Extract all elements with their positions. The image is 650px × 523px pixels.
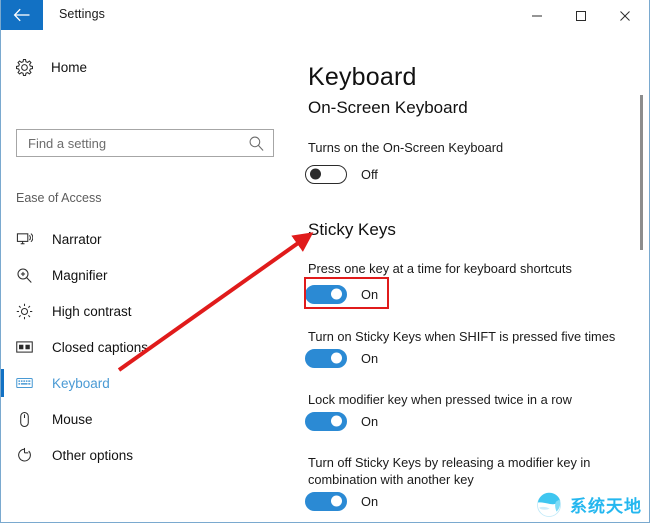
toggle-knob — [331, 495, 342, 507]
keyboard-icon — [16, 373, 38, 393]
mouse-icon — [16, 409, 38, 429]
sidebar-item-label: Mouse — [52, 411, 93, 427]
setting-description: Turn on Sticky Keys when SHIFT is presse… — [308, 329, 616, 344]
selection-accent-bar — [1, 261, 4, 289]
other-options-icon — [16, 445, 38, 465]
close-icon — [620, 11, 630, 21]
sidebar-item-home[interactable]: Home — [15, 54, 165, 80]
sidebar-item-home-label: Home — [51, 59, 88, 75]
high-contrast-icon — [16, 301, 38, 321]
group-title-sticky-keys: Sticky Keys — [308, 220, 396, 239]
search-icon[interactable] — [248, 135, 265, 152]
selection-accent-bar — [1, 405, 4, 433]
turn-off-sticky-keys-toggle-row[interactable]: On — [305, 490, 378, 512]
minimize-icon — [532, 15, 542, 17]
minimize-button[interactable] — [515, 1, 559, 31]
setting-description: Turns on the On-Screen Keyboard — [308, 140, 504, 155]
toggle-state-label: On — [361, 493, 379, 509]
sidebar-section-header: Ease of Access — [16, 191, 102, 205]
back-button[interactable] — [1, 0, 43, 30]
toggle-state-label: Off — [361, 166, 378, 182]
lock-modifier-key-toggle-row[interactable]: On — [305, 410, 378, 432]
sidebar-item-label: High contrast — [52, 303, 132, 319]
shift-five-times-toggle[interactable] — [305, 348, 347, 368]
sidebar-item-narrator[interactable]: Narrator — [1, 221, 296, 257]
sidebar-item-keyboard[interactable]: Keyboard — [1, 365, 296, 401]
shift-five-times-toggle-row[interactable]: On — [305, 347, 378, 369]
page-title: Keyboard — [308, 62, 417, 91]
on-screen-keyboard-toggle-row[interactable]: Off — [305, 163, 378, 185]
toggle-knob — [310, 168, 321, 180]
turn-off-sticky-keys-toggle[interactable] — [305, 491, 347, 511]
watermark: 系统天地 — [534, 490, 642, 518]
selection-accent-bar — [1, 369, 4, 397]
toggle-state-label: On — [361, 350, 379, 366]
toggle-knob — [331, 352, 342, 364]
toggle-knob — [331, 415, 342, 427]
red-highlight-box-annotation — [304, 277, 389, 309]
globe-icon — [537, 492, 561, 517]
back-arrow-icon — [13, 8, 30, 22]
sidebar-item-label: Narrator — [52, 231, 102, 247]
sidebar-item-label: Other options — [52, 447, 134, 463]
search-box[interactable] — [16, 129, 274, 157]
sidebar-item-label: Magnifier — [52, 267, 108, 283]
search-input[interactable] — [28, 135, 238, 151]
maximize-icon — [576, 11, 586, 21]
magnifier-icon — [16, 265, 38, 285]
closed-captions-icon — [16, 337, 38, 357]
group-title-on-screen-keyboard: On-Screen Keyboard — [308, 98, 468, 117]
sidebar-item-label: Keyboard — [52, 375, 110, 391]
setting-description: Turn off Sticky Keys by releasing a modi… — [308, 455, 591, 487]
maximize-button[interactable] — [559, 1, 603, 31]
scrollbar-thumb[interactable] — [640, 95, 643, 250]
selection-accent-bar — [1, 333, 4, 361]
content-scrollbar[interactable] — [636, 36, 647, 522]
app-title: Settings — [59, 7, 105, 21]
selection-accent-bar — [1, 297, 4, 325]
on-screen-keyboard-toggle[interactable] — [305, 164, 347, 184]
lock-modifier-key-toggle[interactable] — [305, 411, 347, 431]
sidebar-item-label: Closed captions — [52, 339, 149, 355]
sidebar-item-other-options[interactable]: Other options — [1, 437, 296, 473]
setting-description: Lock modifier key when pressed twice in … — [308, 392, 572, 407]
title-bar: Settings — [1, 0, 649, 32]
gear-icon — [15, 58, 37, 77]
sidebar: Home Ease of Access — [1, 36, 296, 522]
sidebar-item-closed-captions[interactable]: Closed captions — [1, 329, 296, 365]
sidebar-item-high-contrast[interactable]: High contrast — [1, 293, 296, 329]
settings-window: Settings Home Find a setting Ease of Acc… — [0, 0, 650, 523]
selection-accent-bar — [1, 441, 4, 469]
sidebar-item-mouse[interactable]: Mouse — [1, 401, 296, 437]
watermark-text: 系统天地 — [570, 496, 642, 516]
sidebar-nav-list: Narrator Magnifier High contrast Closed … — [1, 221, 296, 473]
setting-description: Press one key at a time for keyboard sho… — [308, 261, 572, 276]
window-controls — [515, 0, 647, 32]
toggle-state-label: On — [361, 413, 379, 429]
sidebar-item-magnifier[interactable]: Magnifier — [1, 257, 296, 293]
narrator-icon — [16, 229, 38, 249]
close-button[interactable] — [603, 1, 647, 31]
selection-accent-bar — [1, 225, 4, 253]
